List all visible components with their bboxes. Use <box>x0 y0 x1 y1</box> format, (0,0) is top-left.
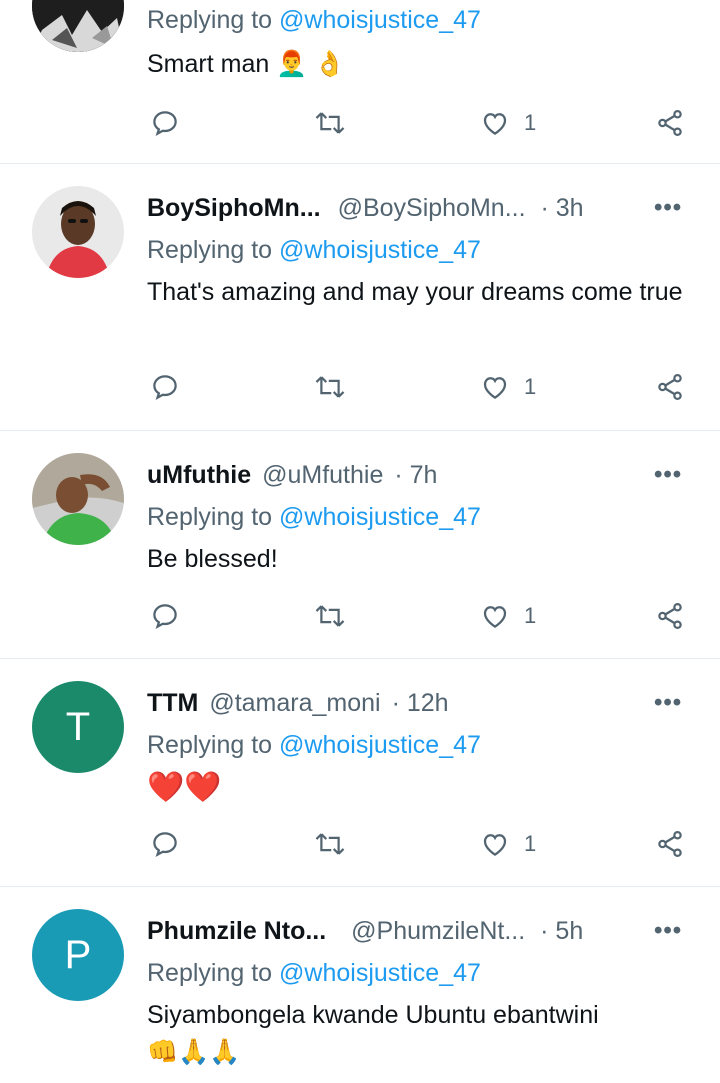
retweet-button[interactable] <box>314 372 346 402</box>
heart-icon <box>483 377 507 399</box>
reply-icon <box>153 375 177 400</box>
avatar[interactable] <box>32 453 124 545</box>
tweet-actions: 1 <box>0 108 720 142</box>
separator: · <box>540 917 549 945</box>
more-icon[interactable]: ••• <box>654 461 682 489</box>
username[interactable]: @BoySiphoMn... <box>338 194 526 222</box>
retweet-button[interactable] <box>314 108 346 138</box>
reply-to-link[interactable]: @whoisjustice_47 <box>279 731 481 759</box>
display-name[interactable]: uMfuthie <box>147 461 251 489</box>
like-button[interactable]: 1 <box>480 108 536 138</box>
username[interactable]: @tamara_moni <box>209 689 380 717</box>
timestamp[interactable]: 7h <box>410 461 438 489</box>
tweet-text: Be blessed! <box>147 545 278 573</box>
tweet-actions: 1 <box>0 601 720 635</box>
reply-icon <box>153 832 177 857</box>
tweet-text: That's amazing and may your dreams come … <box>147 278 683 306</box>
tweet-2[interactable]: BoySiphoMn... @BoySiphoMn... · 3h ••• Re… <box>0 164 720 430</box>
display-name[interactable]: BoySiphoMn... <box>147 194 321 222</box>
like-count: 1 <box>524 110 537 135</box>
tweet-text: ❤️❤️ <box>147 771 222 804</box>
like-count: 1 <box>524 603 537 628</box>
like-count: 1 <box>524 831 537 856</box>
display-name[interactable]: Phumzile Nto... <box>147 917 326 945</box>
heart-icon <box>483 113 507 135</box>
tweet-text: Siyambongela kwande Ubuntu ebantwini 👊🙏🙏 <box>147 997 692 1071</box>
replying-to: Replying to @whoisjustice_47 <box>147 503 481 531</box>
reply-button[interactable] <box>150 372 180 402</box>
share-icon <box>658 110 682 136</box>
username[interactable]: @PhumzileNt... <box>351 917 525 945</box>
tweet-3[interactable]: uMfuthie @uMfuthie · 7h ••• Replying to … <box>0 431 720 658</box>
separator: · <box>391 689 400 717</box>
replying-to: Replying to @whoisjustice_47 <box>147 731 481 759</box>
avatar[interactable] <box>32 0 124 52</box>
reply-to-link[interactable]: @whoisjustice_47 <box>279 959 481 987</box>
like-count: 1 <box>524 374 537 399</box>
retweet-icon <box>315 605 345 627</box>
timestamp[interactable]: 12h <box>407 689 449 717</box>
tweet-header: Phumzile Nto... @PhumzileNt... · 5h <box>147 917 583 946</box>
username[interactable]: @uMfuthie <box>262 461 383 489</box>
like-button[interactable]: 1 <box>480 372 536 402</box>
like-button[interactable]: 1 <box>480 601 536 631</box>
replying-to: Replying to @whoisjustice_47 <box>147 6 481 34</box>
avatar[interactable]: P <box>32 909 124 1001</box>
tweet-header: uMfuthie @uMfuthie · 7h <box>147 461 437 490</box>
tweet-emoji: 👊🙏🙏 <box>147 1038 241 1066</box>
separator: · <box>394 461 403 489</box>
reply-to-link[interactable]: @whoisjustice_47 <box>279 6 481 34</box>
avatar[interactable] <box>32 186 124 278</box>
share-icon <box>658 603 682 629</box>
share-button[interactable] <box>655 829 685 859</box>
retweet-icon <box>315 376 345 398</box>
tweet-actions: 1 <box>0 372 720 406</box>
avatar-image <box>32 0 124 52</box>
tweet-text-line: Siyambongela kwande Ubuntu ebantwini <box>147 1001 599 1029</box>
avatar-image <box>32 186 124 278</box>
display-name[interactable]: TTM <box>147 689 198 717</box>
reply-icon <box>153 604 177 629</box>
more-icon[interactable]: ••• <box>654 194 682 222</box>
reply-button[interactable] <box>150 108 180 138</box>
tweet-header: TTM @tamara_moni · 12h <box>147 689 449 718</box>
reply-to-link[interactable]: @whoisjustice_47 <box>279 503 481 531</box>
avatar[interactable]: T <box>32 681 124 773</box>
timestamp[interactable]: 3h <box>556 194 584 222</box>
separator: · <box>540 194 549 222</box>
heart-icon <box>483 834 507 856</box>
avatar-image <box>32 453 124 545</box>
share-button[interactable] <box>655 601 685 631</box>
reply-button[interactable] <box>150 829 180 859</box>
tweet-text: Smart man 👨‍🦰 👌 <box>147 50 346 78</box>
tweet-5[interactable]: P Phumzile Nto... @PhumzileNt... · 5h ••… <box>0 887 720 1083</box>
heart-icon <box>483 606 507 628</box>
reply-button[interactable] <box>150 601 180 631</box>
tweet-1[interactable]: Replying to @whoisjustice_47 Smart man 👨… <box>0 0 720 163</box>
avatar-letter: T <box>65 704 91 749</box>
retweet-icon <box>315 112 345 134</box>
replying-to: Replying to @whoisjustice_47 <box>147 236 481 264</box>
share-icon <box>658 374 682 400</box>
tweet-header: BoySiphoMn... @BoySiphoMn... · 3h <box>147 194 584 223</box>
timestamp[interactable]: 5h <box>555 917 583 945</box>
share-button[interactable] <box>655 108 685 138</box>
more-icon[interactable]: ••• <box>654 917 682 945</box>
reply-icon <box>153 111 177 136</box>
reply-to-link[interactable]: @whoisjustice_47 <box>279 236 481 264</box>
replying-to: Replying to @whoisjustice_47 <box>147 959 481 987</box>
share-button[interactable] <box>655 372 685 402</box>
share-icon <box>658 831 682 857</box>
retweet-button[interactable] <box>314 829 346 859</box>
retweet-button[interactable] <box>314 601 346 631</box>
tweet-4[interactable]: T TTM @tamara_moni · 12h ••• Replying to… <box>0 659 720 886</box>
tweet-actions: 1 <box>0 829 720 863</box>
like-button[interactable]: 1 <box>480 829 536 859</box>
retweet-icon <box>315 833 345 855</box>
avatar-letter: P <box>64 932 92 977</box>
more-icon[interactable]: ••• <box>654 689 682 717</box>
